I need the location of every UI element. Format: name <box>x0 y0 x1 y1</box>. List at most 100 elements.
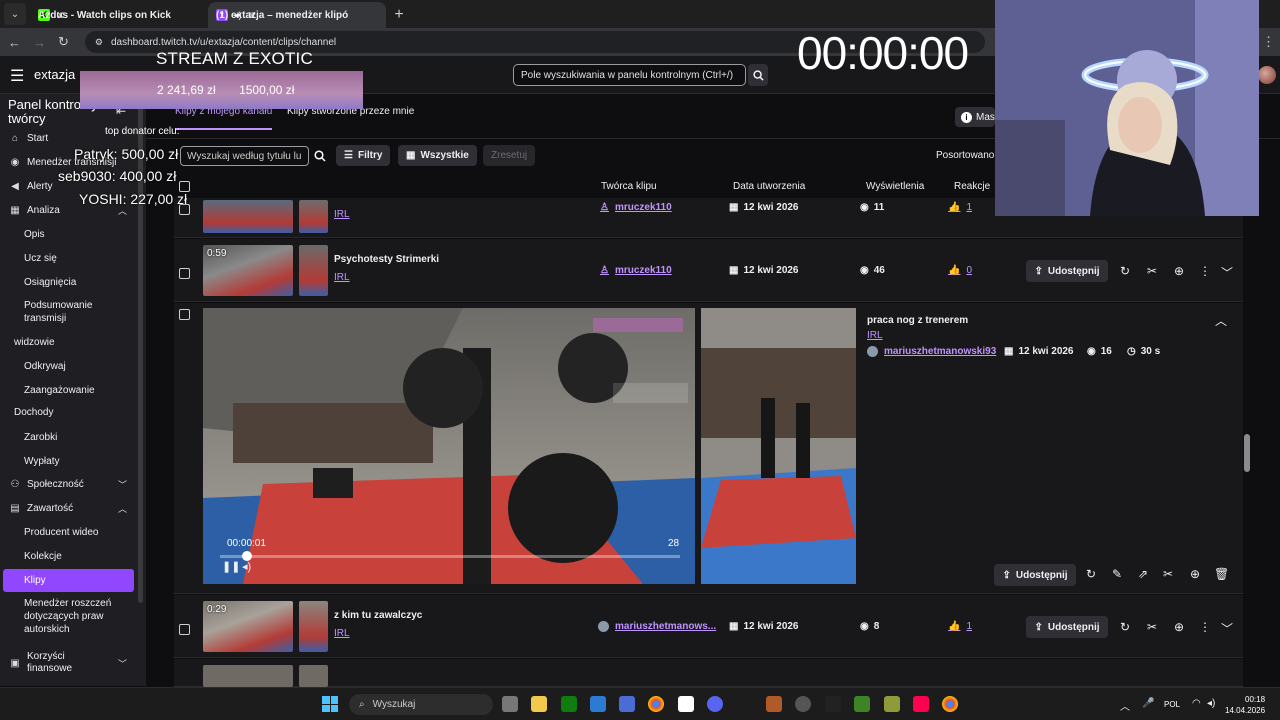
add-to-collection-icon[interactable]: ⊕ <box>1172 620 1186 634</box>
sidebar-item-stream-summary[interactable]: Podsumowanie transmisji <box>24 299 124 325</box>
share-button[interactable]: ⇪ Udostępnij <box>994 564 1076 586</box>
reload-icon[interactable]: ↻ <box>58 34 69 50</box>
app-icon[interactable] <box>884 696 900 712</box>
sidebar-item-alerts[interactable]: ◀ Alerty <box>0 176 52 196</box>
sidebar-item-content[interactable]: ▤ Zawartość ︿ <box>0 498 127 518</box>
sidebar-item-overview[interactable]: Opis <box>24 228 124 241</box>
sidebar-item-analytics[interactable]: ▦ Analiza ︿ <box>0 200 127 220</box>
volume-icon[interactable]: ◂) <box>242 560 251 573</box>
clip-thumbnail[interactable]: 0:59 <box>203 245 293 296</box>
chevron-down-icon[interactable]: ﹀ <box>1220 620 1234 637</box>
clip-vertical-preview[interactable] <box>701 308 856 584</box>
minecraft-icon[interactable] <box>854 696 870 712</box>
filters-button[interactable]: ☰ Filtry <box>336 145 391 166</box>
sidebar-item-video-producer[interactable]: Producent wideo <box>24 526 124 539</box>
replay-icon[interactable]: ↻ <box>1084 567 1098 581</box>
row-checkbox[interactable] <box>179 268 190 279</box>
chevron-down-icon[interactable]: ﹀ <box>1220 264 1234 281</box>
share-button[interactable]: ⇪ Udostępnij <box>1026 616 1108 638</box>
clip-thumbnail[interactable] <box>203 200 293 233</box>
more-icon[interactable]: ⋮ <box>1262 34 1275 50</box>
volume-icon[interactable]: ◂) <box>1207 698 1215 709</box>
clip-thumbnail-small[interactable] <box>299 665 328 687</box>
start-button[interactable] <box>322 696 338 712</box>
delete-icon[interactable]: 🗑 <box>1214 567 1229 581</box>
clip-creator-link[interactable]: ♙ mruczek110 <box>600 202 672 213</box>
clip-thumbnail[interactable] <box>203 665 293 687</box>
scissors-icon[interactable]: ✂ <box>1145 264 1159 278</box>
chevron-up-icon[interactable]: ︿ <box>1214 312 1228 329</box>
task-view-icon[interactable] <box>502 696 518 712</box>
table-row[interactable] <box>174 659 1243 687</box>
add-to-collection-icon[interactable]: ⊕ <box>1172 264 1186 278</box>
sidebar-item-payouts[interactable]: Wypłaty <box>24 455 124 468</box>
row-checkbox[interactable] <box>179 309 190 320</box>
obs-icon[interactable] <box>795 696 811 712</box>
chrome-icon[interactable] <box>942 696 958 712</box>
clip-category-link[interactable]: IRL <box>334 209 350 220</box>
clip-category-link[interactable]: IRL <box>334 628 350 639</box>
clip-creator-link[interactable]: mariuszhetmanows... <box>598 621 716 632</box>
external-link-icon[interactable]: ⇗ <box>1136 567 1150 581</box>
browser-tab-twitch[interactable]: t (1) extazja – menedżer klipó ◂) ✕ <box>208 2 386 28</box>
microphone-icon[interactable]: 🎤 <box>1142 698 1154 709</box>
app-icon[interactable] <box>678 696 694 712</box>
taskbar-clock[interactable]: 00:18 14.04.2026 <box>1225 694 1265 716</box>
wifi-icon[interactable]: ◠ <box>1192 698 1201 709</box>
edit-icon[interactable]: ✎ <box>1110 567 1124 581</box>
browser-tab-kick[interactable]: K Azdus - Watch clips on Kick ✕ <box>30 2 208 28</box>
clip-creator-link[interactable]: ♙ mruczek110 <box>600 265 672 276</box>
discord-icon[interactable] <box>707 696 723 712</box>
row-checkbox[interactable] <box>179 624 190 635</box>
clip-reactions-link[interactable]: 👍 1 <box>948 202 972 213</box>
chrome-icon[interactable] <box>648 696 664 712</box>
sort-label[interactable]: Posortowano <box>936 150 994 161</box>
tiktok-icon[interactable] <box>913 696 929 712</box>
site-info-icon[interactable]: ⚙ <box>95 37 103 48</box>
file-explorer-icon[interactable] <box>531 696 547 712</box>
date-range-button[interactable]: ▦ Wszystkie <box>398 145 477 166</box>
clip-category-link[interactable]: IRL <box>867 330 883 341</box>
share-button[interactable]: ⇪ Udostępnij <box>1026 260 1108 282</box>
clip-thumbnail-small[interactable] <box>299 200 328 233</box>
replay-icon[interactable]: ↻ <box>1118 264 1132 278</box>
dashboard-search-input[interactable]: Pole wyszukiwania w panelu kontrolnym (C… <box>513 64 746 86</box>
clip-category-link[interactable]: IRL <box>334 272 350 283</box>
scissors-icon[interactable]: ✂ <box>1145 620 1159 634</box>
clip-video-player[interactable] <box>203 308 695 584</box>
tray-chevron-icon[interactable]: ︿ <box>1120 698 1130 713</box>
clip-creator-link[interactable]: mariuszhetmanowski93 <box>867 346 996 357</box>
xbox-icon[interactable] <box>561 696 577 712</box>
clip-search-button[interactable] <box>311 146 329 166</box>
sidebar-item-engagement[interactable]: Zaangażowanie <box>24 384 124 397</box>
avatar[interactable] <box>1258 66 1276 84</box>
add-to-collection-icon[interactable]: ⊕ <box>1188 567 1202 581</box>
sidebar-item-community[interactable]: ⚇ Społeczność ﹀ <box>0 474 128 494</box>
sidebar-item-start[interactable]: ⌂ Start <box>0 128 48 148</box>
scissors-icon[interactable]: ✂ <box>1161 567 1175 581</box>
sidebar-item-discover[interactable]: Odkrywaj <box>24 360 124 373</box>
more-options-icon[interactable]: ⋮ <box>1198 264 1212 278</box>
more-options-icon[interactable]: ⋮ <box>1198 620 1212 634</box>
taskbar-search[interactable]: ⌕ Wyszukaj <box>349 694 493 715</box>
clip-thumbnail-small[interactable] <box>299 601 328 652</box>
clip-thumbnail-small[interactable] <box>299 245 328 296</box>
new-tab-button[interactable]: + <box>386 2 412 28</box>
back-icon[interactable]: ← <box>8 35 21 50</box>
pause-icon[interactable]: ❚❚ <box>222 560 240 573</box>
forward-icon[interactable]: → <box>33 35 46 50</box>
menu-icon[interactable]: ☰ <box>10 66 24 86</box>
sidebar-item-learn[interactable]: Ucz się <box>24 252 124 265</box>
clip-reactions-link[interactable]: 👍 1 <box>948 621 972 632</box>
language-indicator[interactable]: POL <box>1164 700 1180 709</box>
sidebar-item-monetization[interactable]: ▣ Korzyści finansowe ﹀ <box>0 650 127 676</box>
epic-games-icon[interactable] <box>825 696 841 712</box>
sidebar-item-earnings[interactable]: Zarobki <box>24 431 124 444</box>
app-icon[interactable] <box>766 696 782 712</box>
mass-action-button[interactable]: i Mas <box>955 107 995 127</box>
app-icon[interactable] <box>619 696 635 712</box>
sidebar-item-clips[interactable]: Klipy <box>24 574 124 587</box>
clip-thumbnail[interactable]: 0:29 <box>203 601 293 652</box>
player-progress-bar[interactable] <box>220 555 680 558</box>
sidebar-item-achievements[interactable]: Osiągnięcia <box>24 276 124 289</box>
